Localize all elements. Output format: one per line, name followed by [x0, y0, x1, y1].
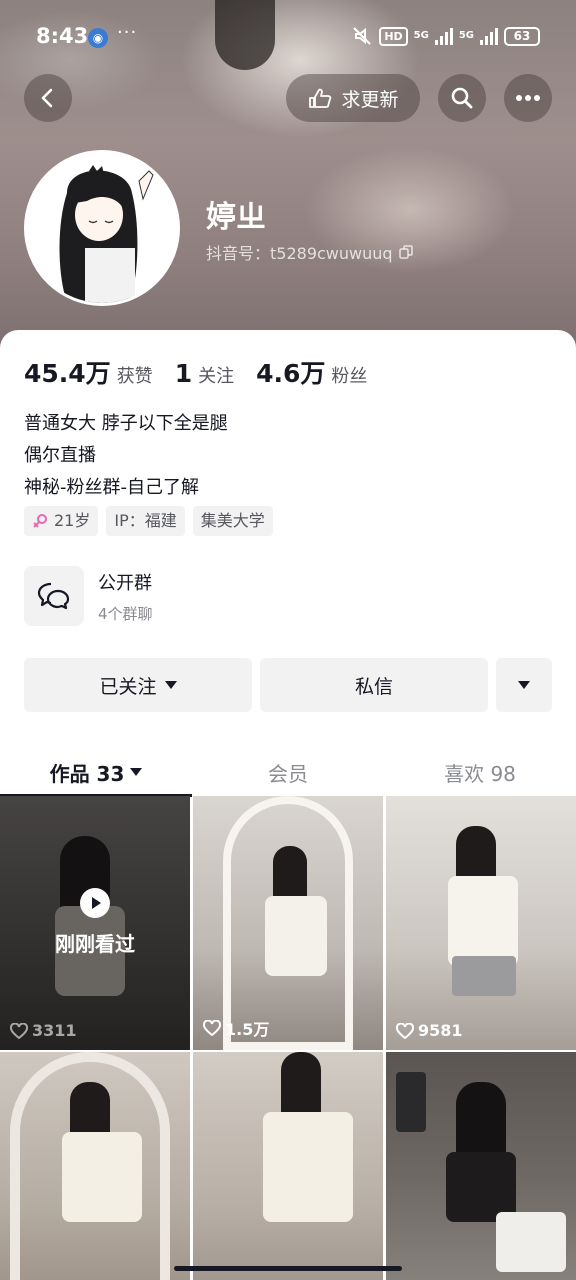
tab-works[interactable]: 作品 33	[0, 746, 192, 798]
stat-followers-label: 粉丝	[331, 366, 368, 387]
home-indicator[interactable]	[174, 1266, 402, 1271]
age-text: 21岁	[54, 511, 91, 530]
tab-member[interactable]: 会员	[192, 746, 384, 798]
bio-line: 神秘-粉丝群-自己了解	[24, 477, 199, 498]
mute-icon	[351, 25, 373, 47]
status-right: HD 5G 5G 63	[351, 25, 540, 47]
hd-badge: HD	[379, 26, 408, 46]
group-title: 公开群	[98, 572, 152, 594]
thumbnail-figure	[263, 1112, 353, 1222]
caret-down-icon	[518, 681, 530, 689]
stat-likes[interactable]: 45.4万 获赞	[24, 354, 153, 390]
thumbnail-door-lock	[396, 1072, 426, 1132]
video-likes-count: 1.5万	[225, 1020, 270, 1039]
thumbnail-figure	[452, 956, 516, 996]
hand-point-icon	[309, 88, 332, 108]
avatar[interactable]	[24, 150, 180, 306]
tab-likes-label: 喜欢 98	[444, 761, 516, 786]
profile-tags: 21岁 IP：福建 集美大学	[24, 506, 273, 536]
video-thumbnail[interactable]: 9581	[386, 796, 576, 1050]
bio-line: 偶尔直播	[24, 445, 96, 466]
status-time: 8:43	[36, 24, 89, 48]
chevron-left-icon	[41, 88, 53, 108]
play-icon	[80, 888, 110, 918]
stat-following[interactable]: 1 关注	[175, 359, 234, 388]
stat-followers[interactable]: 4.6万 粉丝	[256, 354, 367, 390]
thumbnail-figure	[62, 1132, 142, 1222]
battery-icon: 63	[504, 26, 540, 46]
ip-tag: IP：福建	[106, 506, 185, 536]
stat-likes-value: 45.4万	[24, 359, 111, 388]
avatar-illustration	[27, 153, 177, 303]
profile-actions: 已关注 私信	[24, 658, 552, 712]
stat-followers-value: 4.6万	[256, 359, 326, 388]
video-thumbnail[interactable]: 1.5万	[193, 796, 383, 1050]
stat-following-label: 关注	[198, 366, 235, 387]
request-update-button[interactable]: 求更新	[286, 74, 420, 122]
thumbnail-figure	[496, 1212, 566, 1272]
recently-watched-label: 刚刚看过	[55, 932, 135, 956]
thumbnail-figure	[448, 876, 518, 966]
video-thumbnail[interactable]	[386, 1052, 576, 1280]
recently-watched: 刚刚看过	[0, 888, 190, 957]
hotspot-icon: ◉	[88, 28, 108, 48]
signal-icon-2	[480, 27, 498, 45]
network-2: 5G	[458, 30, 474, 41]
heart-icon	[203, 1020, 221, 1036]
recommend-dropdown-button[interactable]	[496, 658, 552, 712]
request-update-label: 求更新	[341, 88, 399, 111]
status-bar: 8:43 ◉ ··· HD 5G 5G 63	[0, 0, 576, 74]
search-button[interactable]	[438, 74, 486, 122]
stat-following-value: 1	[174, 359, 193, 388]
followed-button[interactable]: 已关注	[24, 658, 252, 712]
thumbnail-figure	[265, 896, 327, 976]
group-text: 公开群 4个群聊	[98, 569, 153, 624]
video-likes-count: 3311	[32, 1021, 77, 1040]
video-likes: 9581	[396, 1021, 463, 1040]
followed-label: 已关注	[99, 675, 157, 698]
tab-likes[interactable]: 喜欢 98	[384, 746, 576, 798]
username: 婷ㄓ	[206, 200, 266, 235]
stat-likes-label: 获赞	[116, 366, 153, 387]
video-thumbnail[interactable]: 刚刚看过 3311	[0, 796, 190, 1050]
stats-row: 45.4万 获赞 1 关注 4.6万 粉丝	[24, 354, 389, 390]
caret-down-icon	[164, 681, 177, 689]
copy-icon[interactable]	[398, 245, 413, 259]
female-icon	[33, 514, 47, 528]
message-button[interactable]: 私信	[260, 658, 488, 712]
group-subtitle: 4个群聊	[98, 604, 153, 623]
age-tag: 21岁	[24, 506, 99, 536]
caret-down-icon	[130, 768, 143, 776]
profile-card: 45.4万 获赞 1 关注 4.6万 粉丝 普通女大 脖子以下全是腿 偶尔直播 …	[0, 330, 576, 1280]
heart-icon	[396, 1022, 414, 1039]
more-dots-icon	[516, 95, 540, 101]
tab-member-label: 会员	[268, 761, 308, 786]
video-thumbnail[interactable]	[193, 1052, 383, 1280]
signal-icon-1	[434, 27, 453, 45]
group-chat-icon	[24, 566, 84, 626]
douyin-id[interactable]: 抖音号：t5289cwuwuuq	[206, 240, 413, 264]
fan-group-entry[interactable]: 公开群 4个群聊	[24, 566, 153, 626]
message-label: 私信	[354, 675, 393, 698]
back-button[interactable]	[24, 74, 72, 122]
school-tag[interactable]: 集美大学	[192, 506, 273, 536]
search-icon	[451, 87, 473, 109]
network-1: 5G	[413, 30, 429, 41]
more-button[interactable]	[504, 74, 552, 122]
status-more-icon: ···	[117, 22, 138, 43]
bio: 普通女大 脖子以下全是腿 偶尔直播 神秘-粉丝群-自己了解	[24, 408, 228, 504]
video-likes-count: 9581	[418, 1021, 463, 1040]
heart-icon	[10, 1022, 28, 1039]
video-likes: 3311	[10, 1021, 77, 1040]
tab-works-label: 作品 33	[49, 761, 125, 786]
douyin-id-text: 抖音号：t5289cwuwuuq	[206, 244, 393, 263]
video-likes: 1.5万	[203, 1016, 269, 1040]
profile-tabs: 作品 33 会员 喜欢 98	[0, 746, 576, 798]
video-thumbnail[interactable]	[0, 1052, 190, 1280]
bio-line: 普通女大 脖子以下全是腿	[24, 413, 228, 434]
